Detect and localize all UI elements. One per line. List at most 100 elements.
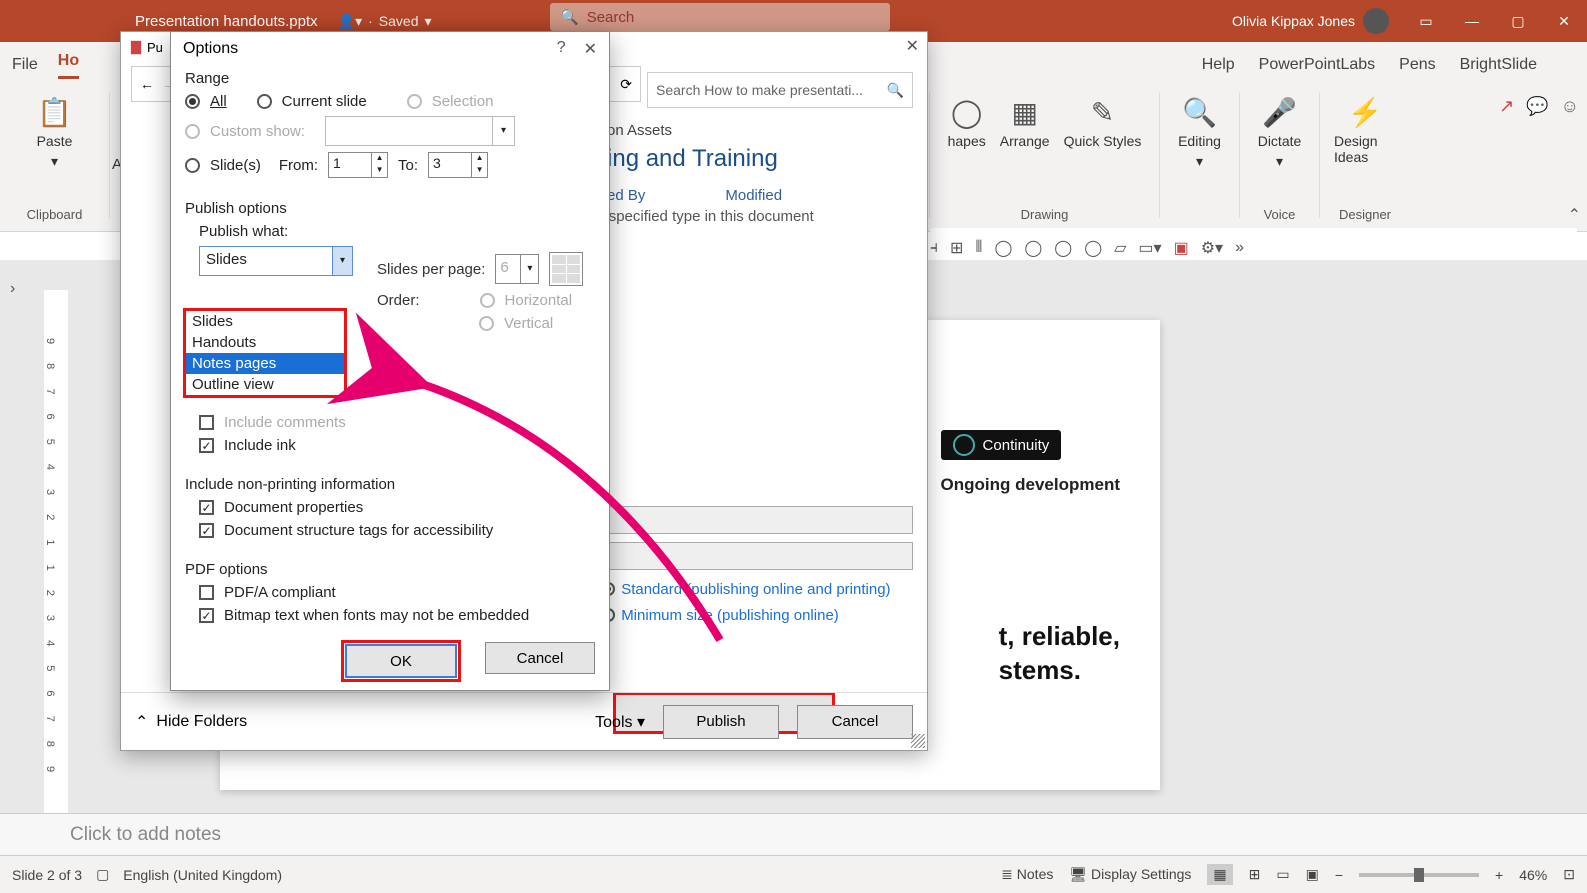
doc-tags-check[interactable]: ✓: [199, 523, 214, 538]
dropdown-item-slides[interactable]: Slides: [186, 311, 344, 332]
close-icon[interactable]: ✕: [1541, 0, 1587, 42]
share-icon[interactable]: ↗: [1499, 96, 1514, 117]
doc-props-check[interactable]: ✓: [199, 500, 214, 515]
qat-icon[interactable]: ◯: [1024, 238, 1042, 258]
fit-window-icon[interactable]: ⊡: [1563, 866, 1575, 883]
view-slideshow-icon[interactable]: ▣: [1306, 866, 1319, 883]
publish-options-label: Publish options: [185, 200, 595, 217]
qat-icon[interactable]: ◯: [1054, 238, 1072, 258]
range-slides-radio[interactable]: [185, 158, 200, 173]
thumbnails-expand-icon[interactable]: ›: [10, 280, 15, 298]
maximize-icon[interactable]: ▢: [1495, 0, 1541, 42]
range-all-radio[interactable]: [185, 94, 200, 109]
range-custom-radio: [185, 124, 200, 139]
editing-button[interactable]: 🔍Editing▾: [1178, 96, 1221, 170]
col-modified[interactable]: Modified: [725, 187, 782, 204]
ok-button[interactable]: OK: [346, 645, 456, 677]
dictate-button[interactable]: 🎤Dictate▾: [1258, 96, 1302, 170]
statusbar: Slide 2 of 3 ▢ English (United Kingdom) …: [0, 855, 1587, 893]
comments-icon[interactable]: 💬: [1526, 96, 1548, 117]
search-box[interactable]: 🔍 Search: [550, 3, 890, 31]
minimize-icon[interactable]: —: [1449, 0, 1495, 42]
tab-home[interactable]: Ho: [58, 52, 79, 79]
quick-styles-button[interactable]: ✎Quick Styles: [1064, 96, 1142, 149]
qat-icon[interactable]: ⚙▾: [1201, 238, 1223, 258]
from-spinner[interactable]: 1▲▼: [328, 152, 388, 178]
publish-close-icon[interactable]: ✕: [906, 36, 919, 56]
design-ideas-button[interactable]: ⚡Design Ideas: [1334, 96, 1396, 165]
library-heading: rketing and Training: [567, 145, 911, 173]
qat-icon[interactable]: ▣: [1174, 238, 1189, 258]
to-spinner[interactable]: 3▲▼: [428, 152, 488, 178]
vertical-ruler: 9 8 7 6 5 4 3 2 1 1 2 3 4 5 6 7 8 9: [44, 290, 68, 829]
arrange-button[interactable]: ▦Arrange: [1000, 96, 1050, 149]
language-status[interactable]: English (United Kingdom): [123, 867, 282, 883]
dropdown-item-notes-pages[interactable]: Notes pages: [186, 353, 344, 374]
save-status[interactable]: 👤▾ · Saved ▾: [338, 13, 432, 30]
view-normal-icon[interactable]: ▦: [1207, 864, 1232, 885]
zoom-out-icon[interactable]: −: [1335, 867, 1343, 883]
qat-icon[interactable]: ▱: [1114, 238, 1126, 258]
range-current-radio[interactable]: [257, 94, 272, 109]
paste-button[interactable]: 📋Paste▾: [37, 96, 73, 170]
chevron-up-icon[interactable]: ⌃: [135, 712, 148, 732]
ribbon-display-icon[interactable]: ▭: [1403, 0, 1449, 42]
tab-help[interactable]: Help: [1202, 56, 1235, 74]
opt-minsize-radio[interactable]: Minimum size (publishing online): [601, 606, 890, 624]
slide-counter[interactable]: Slide 2 of 3: [12, 867, 82, 883]
nonprint-label: Include non-printing information: [185, 476, 595, 493]
group-drawing-label: Drawing: [1021, 207, 1069, 222]
tab-brightslide[interactable]: BrightSlide: [1460, 56, 1537, 74]
publish-what-label: Publish what:: [199, 223, 595, 240]
qat-icon[interactable]: ◯: [994, 238, 1012, 258]
accessibility-icon[interactable]: ▢: [96, 866, 109, 883]
nav-back-icon[interactable]: ←: [140, 76, 154, 92]
refresh-icon[interactable]: ⟳: [620, 76, 632, 93]
zoom-slider[interactable]: [1359, 873, 1479, 877]
include-comments-check: [199, 415, 214, 430]
powerpoint-icon: ▇: [131, 39, 141, 55]
hide-folders[interactable]: Hide Folders: [156, 713, 247, 731]
publish-what-combo[interactable]: Slides▾: [199, 246, 353, 276]
qat-icon[interactable]: ⊞: [950, 238, 963, 258]
pdf-options-label: PDF options: [185, 561, 595, 578]
qat-overflow-icon[interactable]: »: [1235, 239, 1244, 257]
ribbon-collapse-icon[interactable]: ⌃: [1568, 205, 1581, 225]
resize-grip-icon[interactable]: [911, 734, 925, 748]
qat-icon[interactable]: ⦀: [975, 239, 982, 257]
publish-search[interactable]: Search How to make presentati... 🔍: [647, 72, 913, 108]
opt-standard-radio[interactable]: Standard (publishing online and printing…: [601, 580, 890, 598]
zoom-level[interactable]: 46%: [1519, 867, 1547, 883]
view-reading-icon[interactable]: ▭: [1276, 866, 1289, 883]
dropdown-item-handouts[interactable]: Handouts: [186, 332, 344, 353]
user-avatar-icon[interactable]: [1363, 8, 1389, 34]
tab-pens[interactable]: Pens: [1399, 56, 1435, 74]
shapes-button[interactable]: ◯hapes: [948, 96, 986, 149]
qat-icon[interactable]: ▭▾: [1138, 238, 1161, 258]
user-name[interactable]: Olivia Kippax Jones: [1232, 13, 1355, 29]
publish-cancel-button[interactable]: Cancel: [797, 705, 913, 739]
qat-icon[interactable]: ⫞: [930, 239, 938, 257]
notes-toggle[interactable]: ≣ Notes: [1001, 866, 1053, 883]
pdfa-check[interactable]: [199, 585, 214, 600]
help-icon[interactable]: ?: [557, 39, 566, 59]
smiley-icon[interactable]: ☺: [1561, 96, 1579, 117]
tools-menu[interactable]: Tools ▾: [595, 712, 645, 732]
dropdown-item-outline[interactable]: Outline view: [186, 374, 344, 395]
display-settings[interactable]: 🖥 Display Settings: [1069, 866, 1191, 883]
zoom-in-icon[interactable]: +: [1495, 867, 1503, 883]
notes-pane[interactable]: Click to add notes: [0, 813, 1587, 855]
publish-button[interactable]: Publish: [663, 705, 779, 739]
bitmap-check[interactable]: ✓: [199, 608, 214, 623]
tab-file[interactable]: File: [12, 56, 38, 74]
view-sorter-icon[interactable]: ⊞: [1249, 866, 1261, 883]
tab-powerpointlabs[interactable]: PowerPointLabs: [1259, 56, 1376, 74]
include-ink-check[interactable]: ✓: [199, 438, 214, 453]
slide-badge: Continuity: [941, 430, 1062, 460]
options-dialog-title: Options: [183, 40, 238, 58]
qat-icon[interactable]: ◯: [1084, 238, 1102, 258]
options-cancel-button[interactable]: Cancel: [485, 642, 595, 674]
layout-preview-icon: [549, 252, 583, 286]
options-close-icon[interactable]: ✕: [584, 39, 597, 59]
publish-what-dropdown[interactable]: Slides Handouts Notes pages Outline view: [185, 310, 345, 396]
